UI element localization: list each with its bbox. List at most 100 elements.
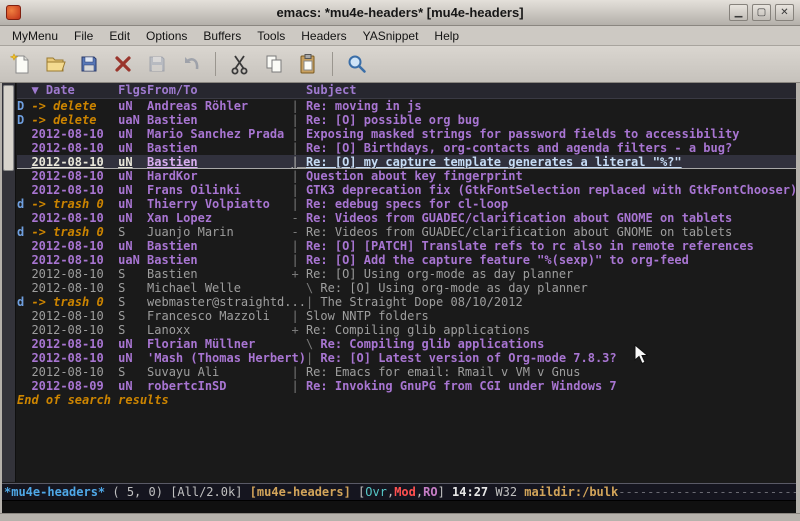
paste-button[interactable] bbox=[293, 49, 323, 79]
titlebar[interactable]: emacs: *mu4e-headers* [mu4e-headers] ▁ ▢… bbox=[0, 0, 800, 26]
kill-buffer-button[interactable] bbox=[108, 49, 138, 79]
scrollbar-thumb[interactable] bbox=[3, 85, 14, 171]
message-flags: uN bbox=[118, 239, 147, 253]
column-subject[interactable]: Subject bbox=[306, 83, 796, 98]
message-subject: The Straight Dope 08/10/2012 bbox=[320, 295, 796, 309]
message-flags: S bbox=[118, 281, 147, 295]
message-row[interactable]: 2012-08-10 uN Mario Sanchez Prada | Expo… bbox=[17, 127, 796, 141]
message-row[interactable]: D -> delete uN Andreas Röhler | Re: movi… bbox=[17, 99, 796, 113]
open-file-icon bbox=[44, 53, 66, 75]
menu-item[interactable]: Tools bbox=[249, 27, 293, 45]
message-subject: Exposing masked strings for password fie… bbox=[306, 127, 796, 141]
menu-item[interactable]: YASnippet bbox=[355, 27, 427, 45]
message-date: 2012-08-10 bbox=[31, 267, 103, 281]
thread-connector: | bbox=[292, 197, 306, 211]
message-row[interactable]: 2012-08-10 uN HardKor | Question about k… bbox=[17, 169, 796, 183]
message-row[interactable]: 2012-08-10 S Bastien + Re: [O] Using org… bbox=[17, 267, 796, 281]
menu-item[interactable]: Help bbox=[426, 27, 467, 45]
message-row[interactable]: 2012-08-10 uN Florian Müllner \ Re: Comp… bbox=[17, 337, 796, 351]
menu-item[interactable]: Headers bbox=[293, 27, 354, 45]
minimize-button[interactable]: ▁ bbox=[729, 4, 748, 21]
menu-item[interactable]: Edit bbox=[101, 27, 138, 45]
column-flags[interactable]: Flgs bbox=[118, 83, 147, 98]
message-row[interactable]: 2012-08-09 uN robertcInSD | Re: Invoking… bbox=[17, 379, 796, 393]
column-date[interactable]: ▼ Date bbox=[31, 83, 118, 98]
maximize-button[interactable]: ▢ bbox=[752, 4, 771, 21]
message-from: Bastien bbox=[147, 113, 291, 127]
echo-area[interactable] bbox=[2, 501, 796, 513]
message-flags: uN bbox=[118, 351, 147, 365]
message-subject: Re: Videos from GUADEC/clarification abo… bbox=[306, 211, 796, 225]
new-file-icon bbox=[10, 53, 32, 75]
message-date: 2012-08-10 bbox=[31, 127, 103, 141]
message-date: 2012-08-10 bbox=[31, 211, 103, 225]
modeline[interactable]: *mu4e-headers* ( 5, 0) [All/2.0k] [mu4e-… bbox=[2, 483, 796, 501]
undo-button[interactable] bbox=[176, 49, 206, 79]
header-line: ▼ Date Flgs From/To Subject bbox=[17, 83, 796, 99]
mark-target: -> trash 0 bbox=[31, 225, 103, 239]
menubar: MyMenuFileEditOptionsBuffersToolsHeaders… bbox=[0, 26, 800, 46]
paste-icon bbox=[297, 53, 319, 75]
copy-icon bbox=[263, 53, 285, 75]
message-subject: Re: [O] [PATCH] Translate refs to rc als… bbox=[306, 239, 796, 253]
thread-connector: - bbox=[292, 225, 306, 239]
modeline-segment: 14:27 bbox=[452, 484, 495, 500]
empty-buffer-space bbox=[2, 407, 796, 483]
message-from: Bastien bbox=[147, 253, 291, 267]
save-as-icon bbox=[146, 53, 168, 75]
message-subject: Re: Compiling glib applications bbox=[306, 323, 796, 337]
search-button[interactable] bbox=[342, 49, 372, 79]
copy-button[interactable] bbox=[259, 49, 289, 79]
scrollbar[interactable] bbox=[2, 83, 16, 482]
message-from: Xan Lopez bbox=[147, 211, 291, 225]
close-button[interactable]: ✕ bbox=[775, 4, 794, 21]
message-row[interactable]: 2012-08-10 uaN Bastien | Re: [O] Add the… bbox=[17, 253, 796, 267]
message-row[interactable]: 2012-08-10 uN Xan Lopez - Re: Videos fro… bbox=[17, 211, 796, 225]
thread-connector: | bbox=[292, 169, 306, 183]
mark-prefix bbox=[17, 365, 31, 379]
message-list: D -> delete uN Andreas Röhler | Re: movi… bbox=[17, 99, 796, 407]
mark-prefix bbox=[17, 141, 31, 155]
emacs-frame: emacs: *mu4e-headers* [mu4e-headers] ▁ ▢… bbox=[0, 0, 800, 521]
save-as-button[interactable] bbox=[142, 49, 172, 79]
message-row[interactable]: 2012-08-10 S Lanoxx + Re: Compiling glib… bbox=[17, 323, 796, 337]
new-file-button[interactable] bbox=[6, 49, 36, 79]
open-file-button[interactable] bbox=[40, 49, 70, 79]
mark-prefix bbox=[17, 183, 31, 197]
message-from: Juanjo Marin bbox=[147, 225, 291, 239]
mark-prefix: d bbox=[17, 225, 31, 239]
message-row[interactable]: d -> trash 0 S Juanjo Marin - Re: Videos… bbox=[17, 225, 796, 239]
message-row[interactable]: 2012-08-10 uN 'Mash (Thomas Herbert) | R… bbox=[17, 351, 796, 365]
message-row[interactable]: D -> delete uaN Bastien | Re: [O] possib… bbox=[17, 113, 796, 127]
cut-button[interactable] bbox=[225, 49, 255, 79]
column-from[interactable]: From/To bbox=[147, 83, 291, 98]
message-row[interactable]: d -> trash 0 S webmaster@straightd... | … bbox=[17, 295, 796, 309]
message-subject: Re: Emacs for email: Rmail v VM v Gnus bbox=[306, 365, 796, 379]
message-flags: uaN bbox=[118, 253, 147, 267]
menu-item[interactable]: File bbox=[66, 27, 101, 45]
save-buffer-button[interactable] bbox=[74, 49, 104, 79]
message-row[interactable]: 2012-08-10 S Francesco Mazzoli | Slow NN… bbox=[17, 309, 796, 323]
message-row[interactable]: 2012-08-10 uN Bastien | Re: [O] [PATCH] … bbox=[17, 239, 796, 253]
thread-connector: | bbox=[306, 295, 320, 309]
message-from: Bastien bbox=[147, 141, 291, 155]
message-row[interactable]: 2012-08-10 uN Bastien | Re: [O] my captu… bbox=[17, 155, 796, 169]
message-from: Frans Oilinki bbox=[147, 183, 291, 197]
message-row[interactable]: 2012-08-10 S Michael Welle \ Re: [O] Usi… bbox=[17, 281, 796, 295]
message-flags: uN bbox=[118, 379, 147, 393]
message-flags: uaN bbox=[118, 113, 147, 127]
message-from: Michael Welle bbox=[147, 281, 291, 295]
message-from: Bastien bbox=[147, 267, 291, 281]
message-row[interactable]: 2012-08-10 uN Bastien | Re: [O] Birthday… bbox=[17, 141, 796, 155]
message-row[interactable]: d -> trash 0 uN Thierry Volpiatto | Re: … bbox=[17, 197, 796, 211]
menu-item[interactable]: Buffers bbox=[195, 27, 249, 45]
message-date: 2012-08-10 bbox=[31, 253, 103, 267]
mark-prefix bbox=[17, 169, 31, 183]
menu-item[interactable]: Options bbox=[138, 27, 195, 45]
message-row[interactable]: 2012-08-10 S Suvayu Ali | Re: Emacs for … bbox=[17, 365, 796, 379]
thread-connector: | bbox=[292, 239, 306, 253]
message-subject: GTK3 deprecation fix (GtkFontSelection r… bbox=[306, 183, 796, 197]
menu-item[interactable]: MyMenu bbox=[4, 27, 66, 45]
message-row[interactable]: 2012-08-10 uN Frans Oilinki | GTK3 depre… bbox=[17, 183, 796, 197]
message-date: 2012-08-10 bbox=[31, 239, 103, 253]
